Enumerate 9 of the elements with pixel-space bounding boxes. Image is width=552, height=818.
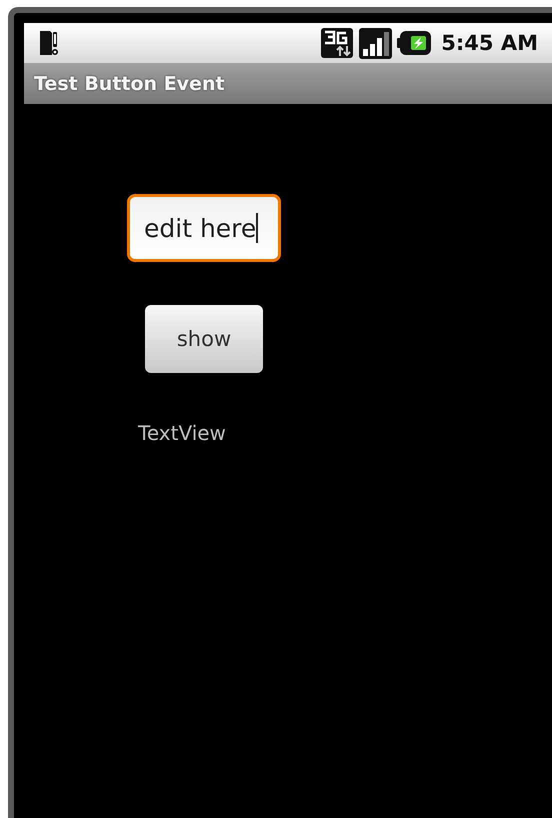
text-view-label: TextView: [138, 421, 226, 445]
text-input-field[interactable]: edit here: [127, 194, 281, 262]
signal-strength-icon: [358, 26, 394, 60]
battery-charging-icon: [397, 30, 432, 56]
show-button[interactable]: show: [145, 305, 263, 373]
app-title: Test Button Event: [34, 72, 225, 94]
status-time: 5:45 AM: [441, 31, 538, 55]
3g-data-icon: [320, 27, 354, 59]
sd-card-warning-icon: [38, 28, 58, 58]
